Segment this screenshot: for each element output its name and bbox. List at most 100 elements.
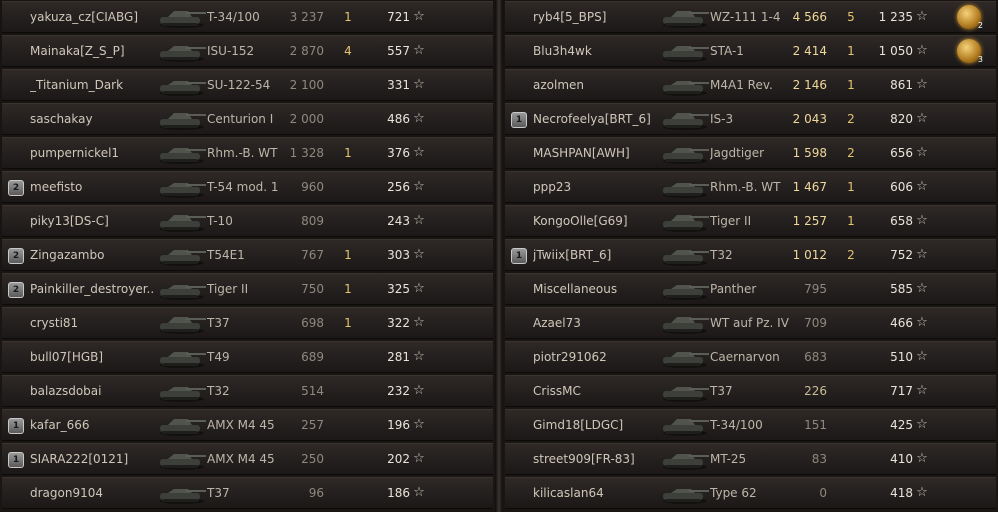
damage-value: 709 bbox=[804, 316, 827, 330]
player-row[interactable]: 1 Necrofeelya[BRT_6] IS-3 2 043 2 820 ☆ bbox=[505, 103, 996, 135]
player-row[interactable]: CrissMC T37 226 717 ☆ bbox=[505, 375, 996, 407]
tank-icon bbox=[655, 38, 711, 64]
damage-value: 96 bbox=[308, 486, 324, 500]
player-name: CrissMC bbox=[533, 384, 581, 398]
player-row[interactable]: 2 Painkiller_destroyer.. Tiger II 750 1 325 ☆ bbox=[2, 273, 493, 305]
damage-value: 0 bbox=[819, 486, 827, 500]
experience-value: 322 bbox=[387, 316, 410, 330]
tank-icon bbox=[655, 140, 711, 166]
player-row[interactable]: ppp23 Rhm.-B. WT 1 467 1 606 ☆ bbox=[505, 171, 996, 203]
damage-value: 4 566 bbox=[792, 10, 827, 24]
frags-count bbox=[841, 444, 861, 474]
tank-icon bbox=[655, 378, 711, 404]
experience-star-icon: ☆ bbox=[916, 485, 928, 500]
player-row[interactable]: bull07[HGB] T49 689 281 ☆ bbox=[2, 341, 493, 373]
frags-count: 1 bbox=[847, 214, 855, 228]
player-row[interactable]: balazsdobai T32 514 232 ☆ bbox=[2, 375, 493, 407]
player-row[interactable]: KongoOlle[G69] Tiger II 1 257 1 658 ☆ bbox=[505, 205, 996, 237]
player-row[interactable]: saschakay Centurion I2 000 486 ☆ bbox=[2, 103, 493, 135]
rank-badge-icon: 2 bbox=[8, 248, 24, 264]
experience-star-icon: ☆ bbox=[413, 383, 425, 398]
player-name: MASHPAN[AWH] bbox=[533, 146, 630, 160]
experience-value: 861 bbox=[890, 78, 913, 92]
experience-star-icon: ☆ bbox=[916, 111, 928, 126]
player-name: piky13[DS-C] bbox=[30, 214, 109, 228]
player-row[interactable]: crysti81 T37 698 1 322 ☆ bbox=[2, 307, 493, 339]
player-row[interactable]: dragon9104 T37 96 186 ☆ bbox=[2, 477, 493, 509]
experience-star-icon: ☆ bbox=[916, 315, 928, 330]
player-row[interactable]: 2 Zingazambo T54E1 767 1 303 ☆ bbox=[2, 239, 493, 271]
experience-value: 281 bbox=[387, 350, 410, 364]
experience-value: 658 bbox=[890, 214, 913, 228]
rank-badge-icon: 1 bbox=[8, 452, 24, 468]
player-row[interactable]: ryb4[5_BPS] WZ-111 1-4 4 566 5 1 235 ☆ 2 bbox=[505, 1, 996, 33]
frags-count bbox=[841, 410, 861, 440]
player-row[interactable]: Azael73 WT auf Pz. IV 709 466 ☆ bbox=[505, 307, 996, 339]
damage-value: 83 bbox=[811, 452, 827, 466]
player-row[interactable]: kilicaslan64 Type 62 0 418 ☆ bbox=[505, 477, 996, 509]
experience-value: 243 bbox=[387, 214, 410, 228]
rank-badge-icon: 1 bbox=[511, 112, 527, 128]
player-row[interactable]: piotr291062 Caernarvon 683 510 ☆ bbox=[505, 341, 996, 373]
player-name: Mainaka[Z_S_P] bbox=[30, 44, 125, 58]
damage-value: 151 bbox=[804, 418, 827, 432]
experience-value: 418 bbox=[890, 486, 913, 500]
player-name: ppp23 bbox=[533, 180, 572, 194]
experience-value: 303 bbox=[387, 248, 410, 262]
damage-value: 250 bbox=[301, 452, 324, 466]
player-row[interactable]: yakuza_cz[CIABG] T-34/100 3 237 1 721 ☆ bbox=[2, 1, 493, 33]
player-name: street909[FR-83] bbox=[533, 452, 635, 466]
player-row[interactable]: 2 meefisto T-54 mod. 1 960 256 ☆ bbox=[2, 171, 493, 203]
player-name: pumpernickel1 bbox=[30, 146, 120, 160]
experience-star-icon: ☆ bbox=[413, 485, 425, 500]
experience-star-icon: ☆ bbox=[916, 213, 928, 228]
frags-count: 2 bbox=[847, 248, 855, 262]
experience-star-icon: ☆ bbox=[916, 43, 928, 58]
experience-value: 331 bbox=[387, 78, 410, 92]
frags-count bbox=[338, 342, 358, 372]
frags-count bbox=[338, 206, 358, 236]
player-row[interactable]: 1 kafar_666 AMX M4 45 257 196 ☆ bbox=[2, 409, 493, 441]
frags-count bbox=[841, 274, 861, 304]
experience-star-icon: ☆ bbox=[413, 417, 425, 432]
experience-star-icon: ☆ bbox=[916, 281, 928, 296]
player-name: SIARA222[0121] bbox=[30, 452, 129, 466]
player-row[interactable]: Gimd18[LDGC] T-34/100 151 425 ☆ bbox=[505, 409, 996, 441]
player-row[interactable]: azolmen M4A1 Rev. 2 146 1 861 ☆ bbox=[505, 69, 996, 101]
tank-icon bbox=[152, 72, 208, 98]
experience-star-icon: ☆ bbox=[413, 179, 425, 194]
experience-value: 820 bbox=[890, 112, 913, 126]
player-row[interactable]: pumpernickel1 Rhm.-B. WT 1 328 1 376 ☆ bbox=[2, 137, 493, 169]
player-row[interactable]: 1 jTwiix[BRT_6] T32 1 012 2 752 ☆ bbox=[505, 239, 996, 271]
experience-value: 585 bbox=[890, 282, 913, 296]
experience-star-icon: ☆ bbox=[916, 145, 928, 160]
tank-icon bbox=[152, 106, 208, 132]
damage-value: 514 bbox=[301, 384, 324, 398]
experience-value: 656 bbox=[890, 146, 913, 160]
player-row[interactable]: 1 SIARA222[0121] AMX M4 45 250 202 ☆ bbox=[2, 443, 493, 475]
frags-count: 1 bbox=[847, 180, 855, 194]
tank-icon bbox=[655, 446, 711, 472]
experience-value: 717 bbox=[890, 384, 913, 398]
player-row[interactable]: MASHPAN[AWH] Jagdtiger 1 598 2 656 ☆ bbox=[505, 137, 996, 169]
tank-icon bbox=[655, 208, 711, 234]
tank-icon bbox=[655, 412, 711, 438]
experience-star-icon: ☆ bbox=[413, 349, 425, 364]
player-row[interactable]: Miscellaneous Panther 795 585 ☆ bbox=[505, 273, 996, 305]
experience-star-icon: ☆ bbox=[916, 383, 928, 398]
experience-value: 466 bbox=[890, 316, 913, 330]
player-row[interactable]: Blu3h4wk STA-1 2 414 1 1 050 ☆ 3 bbox=[505, 35, 996, 67]
player-row[interactable]: street909[FR-83] MT-25 83 410 ☆ bbox=[505, 443, 996, 475]
player-row[interactable]: _Titanium_Dark SU-122-54 2 100 331 ☆ bbox=[2, 69, 493, 101]
experience-star-icon: ☆ bbox=[413, 247, 425, 262]
damage-value: 750 bbox=[301, 282, 324, 296]
player-row[interactable]: Mainaka[Z_S_P] ISU-152 2 870 4 557 ☆ bbox=[2, 35, 493, 67]
player-name: Gimd18[LDGC] bbox=[533, 418, 624, 432]
experience-value: 752 bbox=[890, 248, 913, 262]
frags-count bbox=[338, 70, 358, 100]
tank-icon bbox=[655, 4, 711, 30]
tank-icon bbox=[655, 344, 711, 370]
player-row[interactable]: piky13[DS-C] T-10 809 243 ☆ bbox=[2, 205, 493, 237]
experience-value: 486 bbox=[387, 112, 410, 126]
frags-count bbox=[338, 478, 358, 508]
